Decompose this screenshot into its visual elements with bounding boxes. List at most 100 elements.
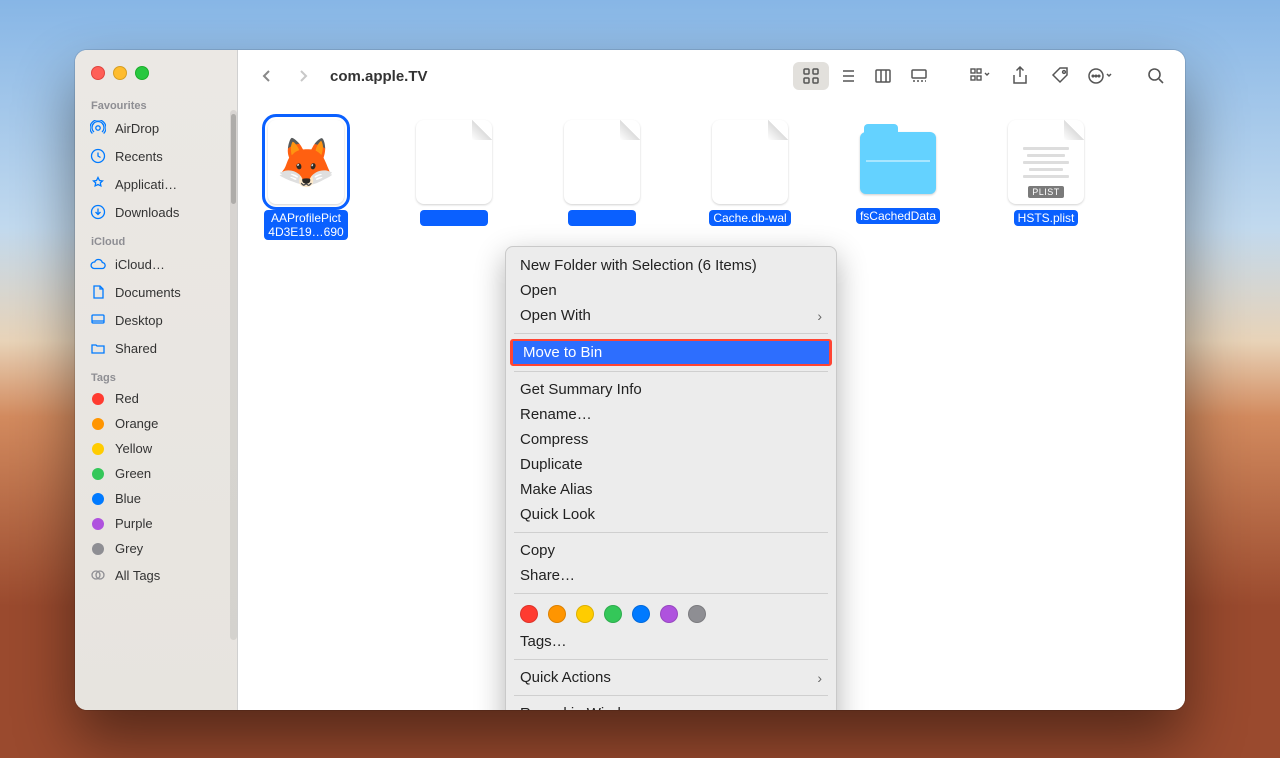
tag-option-green[interactable] (604, 605, 622, 623)
tag-option-red[interactable] (520, 605, 538, 623)
ctx-quick-actions[interactable]: Quick Actions› (506, 665, 836, 690)
action-menu-button[interactable] (1087, 63, 1113, 89)
file-item[interactable] (552, 120, 652, 226)
file-item[interactable]: fsCachedData (848, 120, 948, 224)
sidebar-item-downloads[interactable]: Downloads (75, 199, 237, 225)
file-item[interactable] (404, 120, 504, 226)
sidebar-item-label: Purple (115, 516, 153, 531)
ctx-tags[interactable]: Tags… (506, 629, 836, 654)
sidebar-item-desktop[interactable]: Desktop (75, 307, 237, 333)
sidebar-tag-red[interactable]: Red (75, 387, 237, 410)
tag-option-yellow[interactable] (576, 605, 594, 623)
downloads-icon (89, 203, 107, 221)
sidebar-item-recents[interactable]: Recents (75, 143, 237, 169)
applications-icon (89, 175, 107, 193)
icloud-icon (89, 255, 107, 273)
sidebar-item-label: Red (115, 391, 139, 406)
sidebar-item-icloud-drive[interactable]: iCloud… (75, 251, 237, 277)
column-view-button[interactable] (865, 62, 901, 90)
tag-option-orange[interactable] (548, 605, 566, 623)
ctx-open-with[interactable]: Open With› (506, 303, 836, 328)
tag-option-grey[interactable] (688, 605, 706, 623)
file-thumbnail (712, 120, 788, 204)
file-name (420, 210, 488, 226)
file-item[interactable]: Cache.db-wal (700, 120, 800, 226)
desktop-icon (89, 311, 107, 329)
file-name: Cache.db-wal (709, 210, 790, 226)
sidebar-tag-purple[interactable]: Purple (75, 512, 237, 535)
group-by-button[interactable] (967, 63, 993, 89)
ctx-compress[interactable]: Compress (506, 427, 836, 452)
file-thumbnail (564, 120, 640, 204)
list-view-button[interactable] (829, 62, 865, 90)
tag-dot-icon (92, 543, 104, 555)
ctx-quick-look[interactable]: Quick Look (506, 502, 836, 527)
ctx-separator (514, 593, 828, 594)
sidebar-tag-green[interactable]: Green (75, 462, 237, 485)
ctx-get-summary-info[interactable]: Get Summary Info (506, 377, 836, 402)
sidebar-tag-yellow[interactable]: Yellow (75, 437, 237, 460)
sidebar-all-tags[interactable]: All Tags (75, 562, 237, 588)
ctx-separator (514, 695, 828, 696)
sidebar-section-icloud: iCloud (75, 226, 237, 250)
sidebar-item-applications[interactable]: Applicati… (75, 171, 237, 197)
ctx-duplicate[interactable]: Duplicate (506, 452, 836, 477)
sidebar-item-label: Downloads (115, 205, 179, 220)
ctx-separator (514, 659, 828, 660)
file-item[interactable]: PLIST HSTS.plist (996, 120, 1096, 226)
ctx-move-to-bin[interactable]: Move to Bin (510, 339, 832, 366)
tag-dot-icon (92, 418, 104, 430)
tag-option-purple[interactable] (660, 605, 678, 623)
ctx-rename[interactable]: Rename… (506, 402, 836, 427)
sidebar-tag-grey[interactable]: Grey (75, 537, 237, 560)
file-item[interactable]: 🦊 AAProfilePict4D3E19…690 (256, 120, 356, 240)
sidebar-item-documents[interactable]: Documents (75, 279, 237, 305)
context-menu: New Folder with Selection (6 Items) Open… (505, 246, 837, 710)
ctx-copy[interactable]: Copy (506, 538, 836, 563)
shared-folder-icon (89, 339, 107, 357)
gallery-view-button[interactable] (901, 62, 937, 90)
all-tags-icon (89, 566, 107, 584)
icon-view-button[interactable] (793, 62, 829, 90)
sidebar-item-label: Green (115, 466, 151, 481)
main-area: com.apple.TV 🦊 AAProfilePict4D3E19…6 (238, 50, 1185, 710)
back-button[interactable] (258, 67, 276, 85)
view-segmented-control (793, 62, 937, 90)
sidebar-scrollbar[interactable] (230, 110, 237, 640)
tag-dot-icon (92, 518, 104, 530)
file-name (568, 210, 636, 226)
sidebar-tag-orange[interactable]: Orange (75, 412, 237, 435)
ctx-share[interactable]: Share… (506, 563, 836, 588)
file-thumbnail (416, 120, 492, 204)
chevron-right-icon: › (817, 308, 822, 324)
traffic-lights (75, 50, 237, 90)
clock-icon (89, 147, 107, 165)
tag-dot-icon (92, 493, 104, 505)
folder-thumbnail (860, 132, 936, 194)
ctx-reveal-in-windows[interactable]: Reveal in Windows (506, 701, 836, 710)
finder-window: Favourites AirDrop Recents Applicati… Do… (75, 50, 1185, 710)
sidebar-item-label: Blue (115, 491, 141, 506)
tag-option-blue[interactable] (632, 605, 650, 623)
file-grid[interactable]: 🦊 AAProfilePict4D3E19…690 Cache.db-wal (238, 102, 1185, 710)
ctx-tag-picker (506, 599, 836, 629)
sidebar-item-shared[interactable]: Shared (75, 335, 237, 361)
file-name: fsCachedData (856, 208, 940, 224)
ctx-separator (514, 532, 828, 533)
sidebar-item-label: Applicati… (115, 177, 177, 192)
window-title: com.apple.TV (330, 68, 428, 85)
close-traffic-light[interactable] (91, 66, 105, 80)
zoom-traffic-light[interactable] (135, 66, 149, 80)
ctx-open[interactable]: Open (506, 278, 836, 303)
toolbar: com.apple.TV (238, 50, 1185, 102)
sidebar-item-label: iCloud… (115, 257, 165, 272)
ctx-new-folder-selection[interactable]: New Folder with Selection (6 Items) (506, 253, 836, 278)
ctx-make-alias[interactable]: Make Alias (506, 477, 836, 502)
edit-tags-button[interactable] (1047, 63, 1073, 89)
minimize-traffic-light[interactable] (113, 66, 127, 80)
share-button[interactable] (1007, 63, 1033, 89)
forward-button[interactable] (294, 67, 312, 85)
sidebar-tag-blue[interactable]: Blue (75, 487, 237, 510)
search-button[interactable] (1143, 63, 1169, 89)
sidebar-item-airdrop[interactable]: AirDrop (75, 115, 237, 141)
